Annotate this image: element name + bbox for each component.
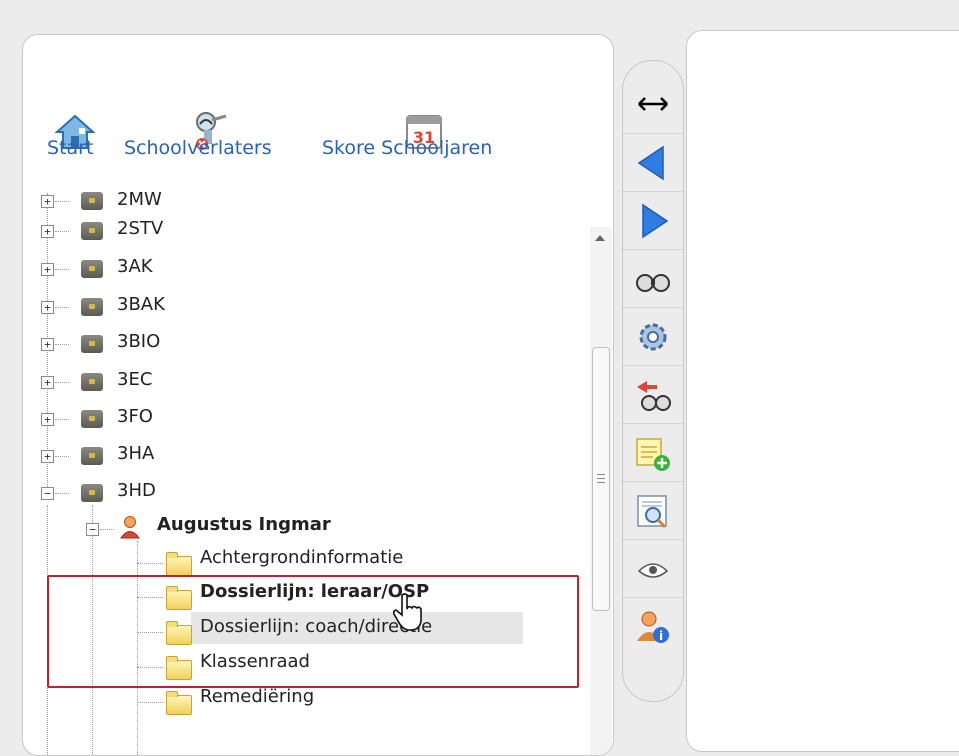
tree-item-2mw[interactable]: 2MW: [117, 189, 162, 205]
highlight-box: [47, 575, 579, 688]
tree-label: 3AK: [117, 256, 153, 277]
eye-icon: [637, 563, 669, 578]
tree-label: 3BIO: [117, 331, 161, 352]
expand-toggle[interactable]: +: [41, 195, 54, 208]
view-button[interactable]: [623, 539, 683, 598]
folder-label: Remediëring: [200, 686, 315, 707]
tree-label: 3EC: [117, 369, 153, 390]
add-note-button[interactable]: [623, 423, 683, 482]
note-add-icon: [636, 438, 670, 471]
class-icon: [81, 335, 103, 353]
collapse-toggle[interactable]: −: [41, 487, 54, 500]
folder-label: Achtergrondinformatie: [200, 547, 404, 568]
preview-icon: [637, 495, 667, 529]
person-icon: [120, 516, 140, 539]
binoculars-icon: [636, 274, 670, 292]
class-icon: [81, 484, 103, 502]
class-icon: [81, 222, 103, 240]
class-icon: [81, 447, 103, 465]
tree-panel: Start Schoolverlaters 31 Skore Schooljar…: [22, 34, 614, 756]
resize-button[interactable]: [623, 75, 683, 133]
expand-toggle[interactable]: +: [41, 450, 54, 463]
settings-icon: [639, 323, 667, 351]
expand-toggle[interactable]: +: [41, 263, 54, 276]
side-toolbar: i: [622, 60, 684, 702]
collapse-toggle[interactable]: −: [86, 523, 99, 536]
tree-label: 3BAK: [117, 294, 165, 315]
search-button[interactable]: [623, 249, 683, 308]
scroll-up-arrow[interactable]: [595, 235, 605, 241]
expand-toggle[interactable]: +: [41, 225, 54, 238]
settings-button[interactable]: [623, 307, 683, 366]
student-name: Augustus Ingmar: [157, 514, 331, 535]
tree-label: 3HA: [117, 443, 155, 464]
resize-icon: [638, 97, 668, 111]
preview-button[interactable]: [623, 481, 683, 540]
expand-toggle[interactable]: +: [41, 338, 54, 351]
content-panel: [686, 30, 959, 752]
class-icon: [81, 260, 103, 278]
user-info-button[interactable]: i: [623, 597, 683, 656]
scroll-thumb[interactable]: [592, 347, 610, 611]
class-tree: + 2MW + 2STV + 3AK + 3BAK + 3BIO + 3EC +…: [23, 35, 613, 755]
search-back-button[interactable]: [623, 365, 683, 424]
class-icon: [81, 373, 103, 391]
tree-label: 2STV: [117, 218, 164, 239]
class-icon: [81, 410, 103, 428]
search-back-icon: [637, 381, 671, 411]
expand-toggle[interactable]: +: [41, 413, 54, 426]
folder-icon: [166, 691, 192, 715]
back-button[interactable]: [623, 133, 683, 192]
scrollbar[interactable]: [590, 227, 612, 755]
tree-label: 3FO: [117, 406, 153, 427]
folder-icon: [166, 552, 192, 576]
forward-icon: [642, 203, 669, 239]
forward-button[interactable]: [623, 191, 683, 250]
svg-text:i: i: [659, 629, 663, 643]
back-icon: [637, 145, 664, 181]
class-icon: [81, 192, 103, 210]
expand-toggle[interactable]: +: [41, 376, 54, 389]
user-info-icon: i: [637, 611, 669, 643]
expand-toggle[interactable]: +: [41, 301, 54, 314]
class-icon: [81, 298, 103, 316]
tree-label: 3HD: [117, 480, 156, 501]
